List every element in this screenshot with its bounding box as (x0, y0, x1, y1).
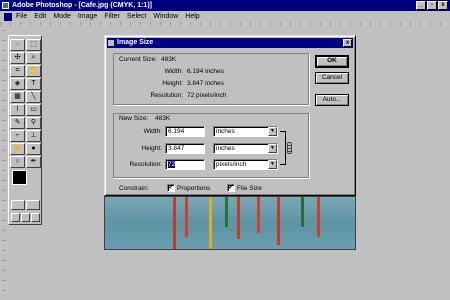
current-width-label: Width: (164, 68, 183, 75)
resolution-unit-value: pixels/inch (216, 161, 247, 168)
app-title: Adobe Photoshop - [Cafe.jpg (CMYK, 1:1)] (12, 2, 152, 9)
menu-file[interactable]: File (16, 13, 27, 20)
chair-leg (301, 197, 304, 227)
chevron-down-icon[interactable]: ▼ (268, 160, 277, 169)
restore-button[interactable]: ▫ (427, 1, 437, 10)
proportions-label: Proportions (177, 185, 211, 192)
quick-mask-mode-button[interactable] (26, 200, 40, 210)
new-height-label: Height: (141, 145, 162, 152)
stamp-tool-icon[interactable]: ⊥ (26, 130, 41, 142)
current-resolution-label: Resolution: (150, 92, 183, 99)
close-button[interactable]: x (438, 1, 448, 10)
photoshop-icon (2, 2, 9, 9)
cancel-button[interactable]: Cancel (315, 72, 349, 84)
foreground-color-swatch[interactable] (12, 170, 27, 185)
width-unit-value: inches (216, 128, 235, 135)
dialog-close-button[interactable]: x (343, 39, 352, 47)
new-resolution-label: Resolution: (129, 161, 162, 168)
paintbrush-tool-icon[interactable]: ⌐ (10, 130, 25, 142)
dodge-tool-icon[interactable]: ○ (10, 156, 25, 168)
pencil-tool-icon[interactable]: ✎ (10, 117, 25, 129)
menu-bar: File Edit Mode Image Filter Select Windo… (0, 11, 450, 22)
app-titlebar: Adobe Photoshop - [Cafe.jpg (CMYK, 1:1)]… (0, 0, 450, 11)
ok-button[interactable]: OK (315, 55, 349, 68)
file-size-checkbox[interactable]: ✓ (227, 184, 235, 192)
full-screen-button[interactable] (31, 213, 40, 222)
new-size-label: New Size: (119, 115, 149, 122)
height-unit-value: inches (216, 145, 235, 152)
dialog-title: Image Size (117, 39, 154, 46)
proportions-checkbox[interactable]: ✓ (167, 184, 175, 192)
type-tool-icon[interactable]: T (26, 78, 41, 90)
standard-mode-button[interactable] (11, 200, 25, 210)
chair-leg (185, 197, 188, 237)
chair-leg (237, 197, 240, 239)
width-input[interactable]: 6.194 (165, 126, 205, 137)
chair-leg (277, 197, 280, 245)
dialog-titlebar: Image Size x (107, 38, 353, 48)
menu-edit[interactable]: Edit (34, 13, 46, 20)
hand-tool-icon[interactable]: ✋ (26, 65, 41, 77)
full-screen-menu-button[interactable] (21, 213, 30, 222)
magnifier-tool-icon[interactable]: ⌕ (26, 52, 41, 64)
current-size-label: Current Size: (119, 56, 157, 63)
chevron-down-icon[interactable]: ▼ (268, 144, 277, 153)
height-unit-select[interactable]: inches ▼ (213, 143, 278, 154)
smudge-tool-icon[interactable]: ☝ (10, 143, 25, 155)
auto-button[interactable]: Auto... (315, 94, 349, 106)
crop-tool-icon[interactable]: ⌗ (10, 65, 25, 77)
menu-filter[interactable]: Filter (104, 13, 120, 20)
chair-leg (257, 197, 260, 233)
dialog-menu-icon[interactable] (108, 40, 114, 46)
current-height-label: Height: (162, 80, 183, 87)
file-size-label: File Size (237, 185, 262, 192)
gradient-tool-icon[interactable]: ▦ (10, 91, 25, 103)
chevron-down-icon[interactable]: ▼ (268, 127, 277, 136)
resolution-input[interactable]: 72 (165, 159, 205, 170)
new-width-label: Width: (143, 128, 162, 135)
resolution-unit-select[interactable]: pixels/inch ▼ (213, 159, 278, 170)
airbrush-tool-icon[interactable]: ⚲ (26, 117, 41, 129)
minimize-button[interactable]: _ (416, 1, 426, 10)
menu-image[interactable]: Image (78, 13, 97, 20)
paint-bucket-tool-icon[interactable]: ◈ (10, 78, 25, 90)
constrain-label: Constrain: (119, 185, 149, 192)
width-unit-select[interactable]: inches ▼ (213, 126, 278, 137)
menu-select[interactable]: Select (127, 13, 146, 20)
marquee-tool-icon[interactable]: ⬚ (26, 39, 41, 51)
new-size-value: 483K (155, 115, 171, 122)
menu-help[interactable]: Help (185, 13, 199, 20)
vertical-ruler (2, 30, 6, 300)
pen-tool-icon[interactable]: ✒ (26, 156, 41, 168)
toolbox: ◌ ⬚ ✣ ⌕ ⌗ ✋ ◈ T ▦ ╲ ⌇ ▭ ✎ ⚲ ⌐ ⊥ ☝ ● ○ ✒ (8, 35, 42, 225)
chair-leg (209, 197, 212, 249)
image-size-dialog: Image Size x Current Size: 483K Width: 6… (104, 35, 356, 196)
standard-window-button[interactable] (11, 213, 20, 222)
resolution-input-value: 72 (168, 161, 176, 168)
current-size-value: 483K (161, 56, 177, 63)
current-width-value: 6.194 inches (187, 68, 224, 75)
document-image (104, 196, 356, 250)
blur-tool-icon[interactable]: ● (26, 143, 41, 155)
chair-leg (225, 197, 228, 227)
menu-mode[interactable]: Mode (53, 13, 71, 20)
link-bracket (280, 131, 286, 165)
menu-window[interactable]: Window (153, 13, 178, 20)
height-input[interactable]: 3.847 (165, 143, 205, 154)
move-tool-icon[interactable]: ✣ (10, 52, 25, 64)
eyedropper-tool-icon[interactable]: ⌇ (10, 104, 25, 116)
eraser-tool-icon[interactable]: ▭ (26, 104, 41, 116)
current-height-value: 3.847 inches (187, 80, 224, 87)
line-tool-icon[interactable]: ╲ (26, 91, 41, 103)
chair-leg (173, 197, 176, 249)
current-resolution-value: 72 pixels/inch (187, 92, 227, 99)
horizontal-ruler (0, 22, 450, 26)
document-system-icon[interactable] (4, 12, 12, 21)
chain-link-icon (287, 142, 292, 154)
chair-leg (317, 197, 320, 237)
lasso-tool-icon[interactable]: ◌ (10, 39, 25, 51)
